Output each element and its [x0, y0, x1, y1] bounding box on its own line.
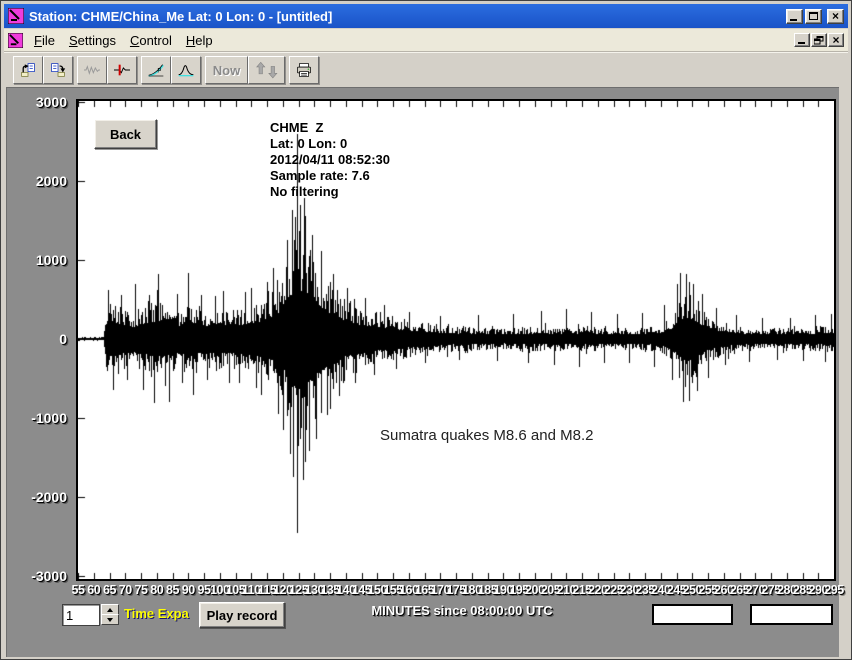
- y-tick-label: -2000: [7, 489, 67, 505]
- time-expand-label: Time Expa: [124, 606, 189, 621]
- now-button: Now: [205, 56, 248, 84]
- chart-panel: 3000 2000 1000 0 -1000 -2000 -3000 Back CHME Z…: [6, 87, 839, 657]
- waveform-button: [77, 56, 107, 84]
- spectrum-p-button[interactable]: P: [141, 56, 171, 84]
- svg-text:P: P: [157, 69, 161, 75]
- y-tick-label: 2000: [7, 173, 67, 189]
- print-icon: [296, 60, 312, 80]
- mdi-close-button[interactable]: ×: [828, 33, 844, 47]
- station-info-block: CHME Z Lat: 0 Lon: 0 2012/04/11 08:52:30…: [270, 120, 390, 200]
- load-record-button[interactable]: [13, 56, 43, 84]
- y-tick-label: -1000: [7, 410, 67, 426]
- seismogram-plot: Back CHME Z Lat: 0 Lon: 0 2012/04/11 08:…: [76, 99, 836, 581]
- seismogram-trace-canvas[interactable]: [78, 101, 834, 579]
- x-tick-label: 295: [824, 583, 843, 598]
- scroll-arrows-button: [248, 56, 285, 84]
- save-record-icon: [50, 60, 66, 80]
- minimize-button[interactable]: [786, 9, 803, 24]
- mdi-restore-button[interactable]: [811, 33, 827, 47]
- spinner-down-button[interactable]: [101, 614, 119, 625]
- menu-settings[interactable]: Settings: [62, 31, 123, 50]
- load-record-icon: [20, 60, 36, 80]
- x-tick-label: 95: [198, 583, 211, 598]
- mdi-child-icon: [8, 33, 23, 48]
- waveform-icon: [84, 62, 100, 78]
- time-expand-spinner: [101, 604, 119, 626]
- now-label: Now: [213, 63, 240, 78]
- y-tick-label: -3000: [7, 568, 67, 584]
- toolbar: P Now: [4, 52, 848, 86]
- menubar: FileSettingsControlHelp ×: [4, 29, 848, 52]
- y-tick-label: 3000: [7, 94, 67, 110]
- spectrum-p-icon: P: [148, 60, 164, 80]
- y-tick-label: 0: [7, 331, 67, 347]
- response-curve-button[interactable]: [171, 56, 201, 84]
- x-tick-label: 90: [182, 583, 195, 598]
- blank-field-1[interactable]: [652, 604, 733, 625]
- x-tick-label: 75: [135, 583, 148, 598]
- pick-phase-icon: [114, 61, 130, 79]
- response-curve-icon: [178, 60, 194, 80]
- close-icon: ×: [832, 11, 839, 21]
- event-annotation: Sumatra quakes M8.6 and M8.2: [380, 427, 593, 444]
- menu-items: FileSettingsControlHelp: [27, 31, 220, 50]
- x-tick-label: 65: [103, 583, 116, 598]
- minimize-icon: [790, 19, 797, 21]
- menu-control[interactable]: Control: [123, 31, 179, 50]
- mdi-window-buttons: ×: [793, 33, 844, 47]
- titlebar: Station: CHME/China_Me Lat: 0 Lon: 0 - […: [4, 4, 848, 28]
- app-icon: [8, 8, 24, 24]
- menu-file[interactable]: File: [27, 31, 62, 50]
- x-tick-label: 85: [166, 583, 179, 598]
- blank-field-2[interactable]: [750, 604, 833, 625]
- down-arrow-icon: [107, 618, 113, 622]
- maximize-icon: [809, 12, 818, 20]
- x-tick-label: 80: [150, 583, 163, 598]
- window-title: Station: CHME/China_Me Lat: 0 Lon: 0 - […: [29, 9, 784, 24]
- x-tick-label: 70: [119, 583, 132, 598]
- print-button[interactable]: [289, 56, 319, 84]
- maximize-button[interactable]: [805, 9, 822, 24]
- x-axis-title: MINUTES since 08:00:00 UTC: [307, 603, 617, 618]
- y-tick-label: 1000: [7, 252, 67, 268]
- time-expand-input[interactable]: [62, 604, 100, 626]
- pick-phase-button[interactable]: [107, 56, 137, 84]
- close-icon: ×: [832, 35, 839, 45]
- play-record-button[interactable]: Play record: [199, 602, 285, 628]
- menu-help[interactable]: Help: [179, 31, 220, 50]
- up-arrow-icon: [107, 608, 113, 612]
- mdi-minimize-button[interactable]: [794, 33, 810, 47]
- x-tick-label: 55: [72, 583, 85, 598]
- close-button[interactable]: ×: [827, 9, 844, 24]
- save-record-button[interactable]: [43, 56, 73, 84]
- minimize-icon: [798, 42, 805, 44]
- scroll-arrows-icon: [255, 60, 278, 80]
- back-button[interactable]: Back: [94, 119, 157, 149]
- x-tick-label: 60: [87, 583, 100, 598]
- app-window: Station: CHME/China_Me Lat: 0 Lon: 0 - […: [0, 0, 852, 660]
- restore-icon: [814, 36, 824, 45]
